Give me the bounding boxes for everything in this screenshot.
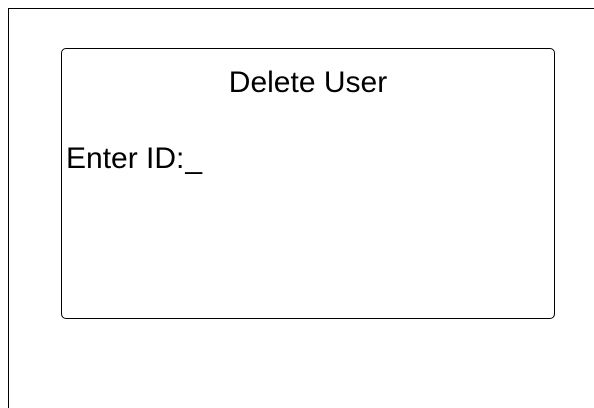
id-entry-line[interactable]: Enter ID:_ xyxy=(66,139,202,179)
text-cursor: _ xyxy=(185,142,203,175)
dialog-title: Delete User xyxy=(228,66,388,99)
delete-user-dialog: Delete User Enter ID:_ xyxy=(61,48,555,319)
enter-id-label: Enter ID: xyxy=(66,142,185,175)
